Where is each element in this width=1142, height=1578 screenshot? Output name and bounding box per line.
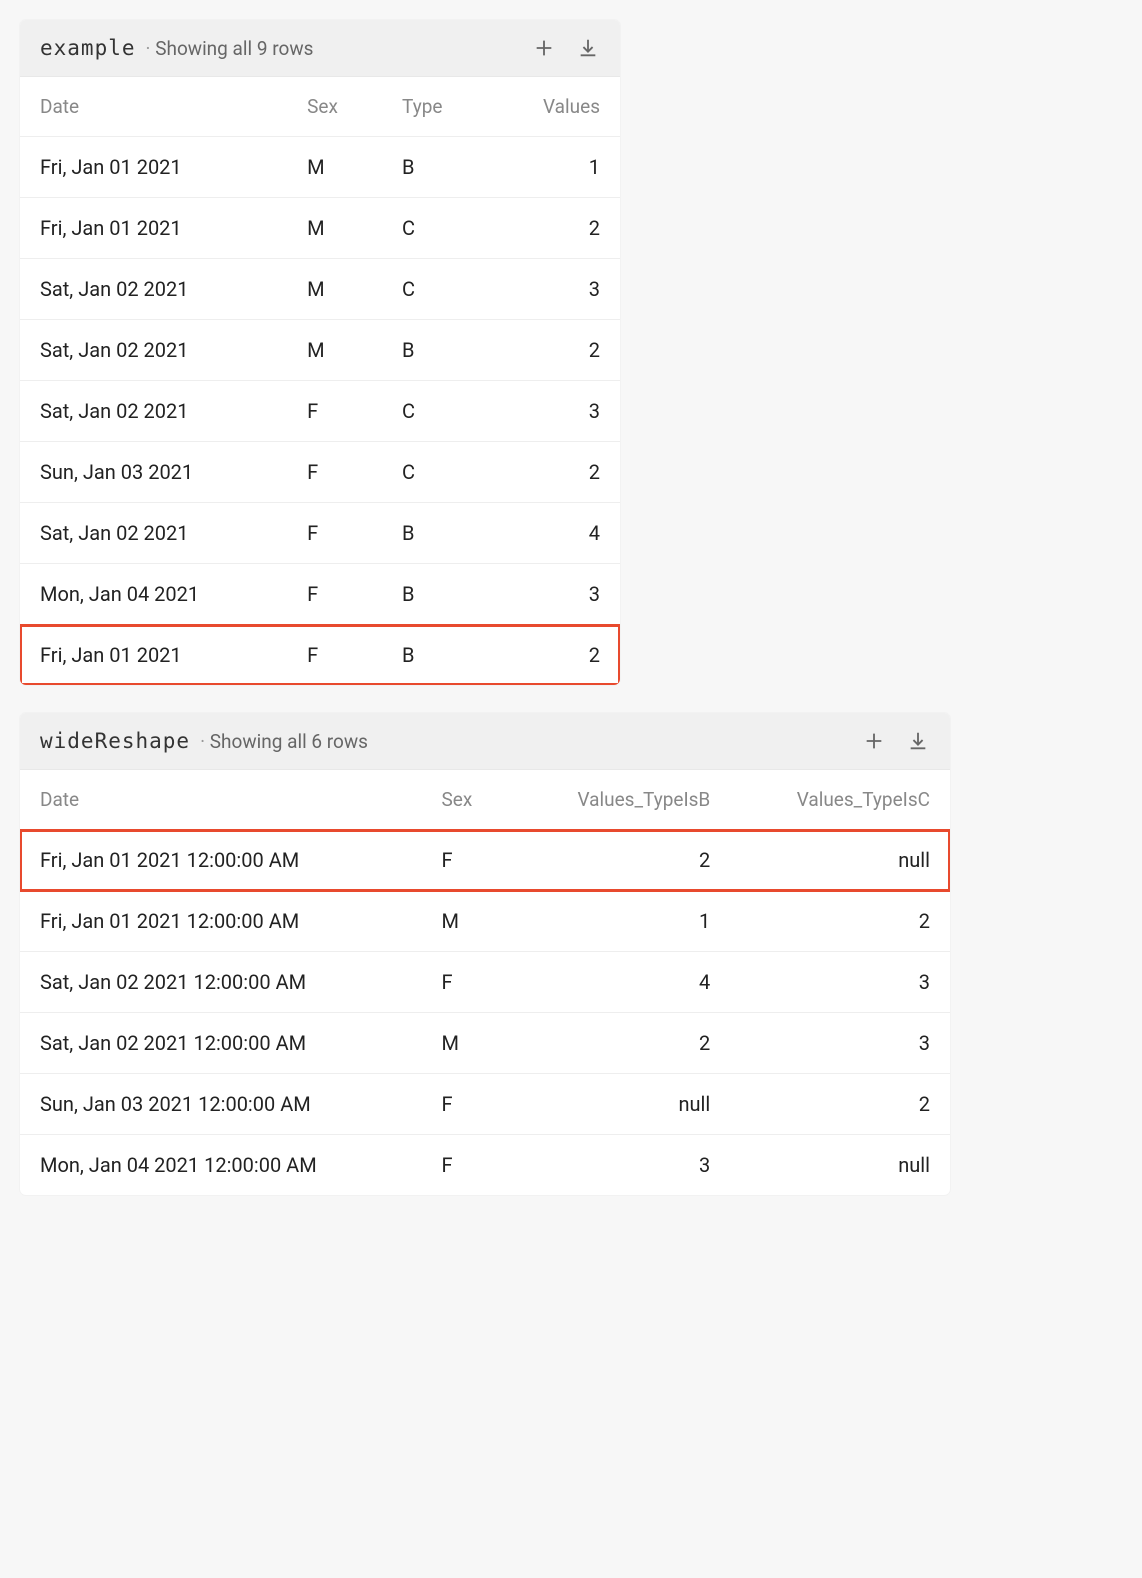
- table-cell: B: [382, 137, 490, 198]
- table-panel-wideReshape: wideReshapeShowing all 6 rowsDateSexValu…: [20, 713, 950, 1195]
- panel-header: example Showing all 9 rows: [20, 20, 620, 77]
- table-cell: 3: [490, 259, 620, 320]
- table-cell: 2: [730, 1074, 950, 1135]
- panel-actions: [532, 36, 600, 60]
- table-cell: F: [422, 1135, 512, 1196]
- table-row[interactable]: Sat, Jan 02 2021MB2: [20, 320, 620, 381]
- table-cell: 1: [511, 891, 730, 952]
- table-cell: 3: [730, 952, 950, 1013]
- table-cell: M: [287, 259, 382, 320]
- panel-actions: [862, 729, 930, 753]
- table-cell: null: [730, 830, 950, 891]
- table-cell: Sat, Jan 02 2021: [20, 259, 287, 320]
- table-cell: M: [422, 891, 512, 952]
- table-cell: C: [382, 198, 490, 259]
- table-row[interactable]: Fri, Jan 01 2021MC2: [20, 198, 620, 259]
- table-cell: Fri, Jan 01 2021 12:00:00 AM: [20, 830, 422, 891]
- table-row[interactable]: Sat, Jan 02 2021MC3: [20, 259, 620, 320]
- table-row[interactable]: Sun, Jan 03 2021FC2: [20, 442, 620, 503]
- column-header[interactable]: Values_TypeIsB: [511, 770, 730, 830]
- table-cell: 2: [490, 442, 620, 503]
- panel-header: wideReshape Showing all 6 rows: [20, 713, 950, 770]
- table-cell: F: [422, 1074, 512, 1135]
- table-cell: 2: [490, 198, 620, 259]
- table-cell: 3: [730, 1013, 950, 1074]
- table-cell: Fri, Jan 01 2021: [20, 198, 287, 259]
- table-cell: F: [287, 381, 382, 442]
- table-cell: B: [382, 625, 490, 686]
- data-table: DateSexValues_TypeIsBValues_TypeIsCFri, …: [20, 770, 950, 1195]
- table-cell: M: [287, 198, 382, 259]
- table-cell: B: [382, 503, 490, 564]
- table-cell: Sun, Jan 03 2021: [20, 442, 287, 503]
- plus-icon[interactable]: [862, 729, 886, 753]
- column-header[interactable]: Values_TypeIsC: [730, 770, 950, 830]
- table-panel-example: example Showing all 9 rows DateSexTypeValu…: [20, 20, 620, 685]
- table-cell: Fri, Jan 01 2021: [20, 625, 287, 686]
- column-header[interactable]: Sex: [422, 770, 512, 830]
- table-row[interactable]: Sat, Jan 02 2021 12:00:00 AMM23: [20, 1013, 950, 1074]
- table-cell: 1: [490, 137, 620, 198]
- table-cell: F: [422, 830, 512, 891]
- table-cell: F: [287, 564, 382, 625]
- table-cell: null: [730, 1135, 950, 1196]
- table-cell: Fri, Jan 01 2021 12:00:00 AM: [20, 891, 422, 952]
- table-row[interactable]: Fri, Jan 01 2021 12:00:00 AMF2null: [20, 830, 950, 891]
- column-header[interactable]: Date: [20, 77, 287, 137]
- table-cell: Sat, Jan 02 2021: [20, 320, 287, 381]
- table-row[interactable]: Sat, Jan 02 2021FB4: [20, 503, 620, 564]
- table-cell: 2: [490, 320, 620, 381]
- table-row[interactable]: Fri, Jan 01 2021MB1: [20, 137, 620, 198]
- table-row[interactable]: Fri, Jan 01 2021FB2: [20, 625, 620, 686]
- table-cell: C: [382, 259, 490, 320]
- table-cell: M: [287, 137, 382, 198]
- table-row[interactable]: Fri, Jan 01 2021 12:00:00 AMM12: [20, 891, 950, 952]
- table-cell: Fri, Jan 01 2021: [20, 137, 287, 198]
- table-row[interactable]: Mon, Jan 04 2021 12:00:00 AMF3null: [20, 1135, 950, 1196]
- table-cell: Mon, Jan 04 2021: [20, 564, 287, 625]
- table-row[interactable]: Mon, Jan 04 2021FB3: [20, 564, 620, 625]
- table-cell: 3: [511, 1135, 730, 1196]
- download-icon[interactable]: [906, 729, 930, 753]
- table-cell: B: [382, 564, 490, 625]
- table-cell: 4: [511, 952, 730, 1013]
- table-cell: C: [382, 381, 490, 442]
- table-cell: Sat, Jan 02 2021 12:00:00 AM: [20, 1013, 422, 1074]
- table-cell: C: [382, 442, 490, 503]
- table-cell: 3: [490, 381, 620, 442]
- table-row[interactable]: Sat, Jan 02 2021FC3: [20, 381, 620, 442]
- table-cell: M: [422, 1013, 512, 1074]
- column-header[interactable]: Date: [20, 770, 422, 830]
- table-cell: null: [511, 1074, 730, 1135]
- table-cell: 2: [511, 1013, 730, 1074]
- table-cell: 2: [730, 891, 950, 952]
- table-cell: 2: [490, 625, 620, 686]
- data-table: DateSexTypeValuesFri, Jan 01 2021MB1Fri,…: [20, 77, 620, 685]
- table-cell: Sun, Jan 03 2021 12:00:00 AM: [20, 1074, 422, 1135]
- column-header[interactable]: Sex: [287, 77, 382, 137]
- table-cell: 3: [490, 564, 620, 625]
- table-cell: B: [382, 320, 490, 381]
- table-cell: 2: [511, 830, 730, 891]
- table-cell: F: [287, 442, 382, 503]
- table-cell: Sat, Jan 02 2021 12:00:00 AM: [20, 952, 422, 1013]
- panel-title: example: [40, 36, 136, 60]
- table-cell: Mon, Jan 04 2021 12:00:00 AM: [20, 1135, 422, 1196]
- table-cell: F: [287, 625, 382, 686]
- table-cell: 4: [490, 503, 620, 564]
- table-cell: F: [287, 503, 382, 564]
- download-icon[interactable]: [576, 36, 600, 60]
- panel-title: wideReshape: [40, 729, 190, 753]
- column-header[interactable]: Type: [382, 77, 490, 137]
- panel-subtitle: Showing all 6 rows: [200, 730, 368, 753]
- table-cell: F: [422, 952, 512, 1013]
- plus-icon[interactable]: [532, 36, 556, 60]
- table-cell: M: [287, 320, 382, 381]
- table-row[interactable]: Sat, Jan 02 2021 12:00:00 AMF43: [20, 952, 950, 1013]
- table-row[interactable]: Sun, Jan 03 2021 12:00:00 AMFnull2: [20, 1074, 950, 1135]
- panel-subtitle: Showing all 9 rows: [146, 37, 314, 60]
- table-cell: Sat, Jan 02 2021: [20, 381, 287, 442]
- column-header[interactable]: Values: [490, 77, 620, 137]
- table-cell: Sat, Jan 02 2021: [20, 503, 287, 564]
